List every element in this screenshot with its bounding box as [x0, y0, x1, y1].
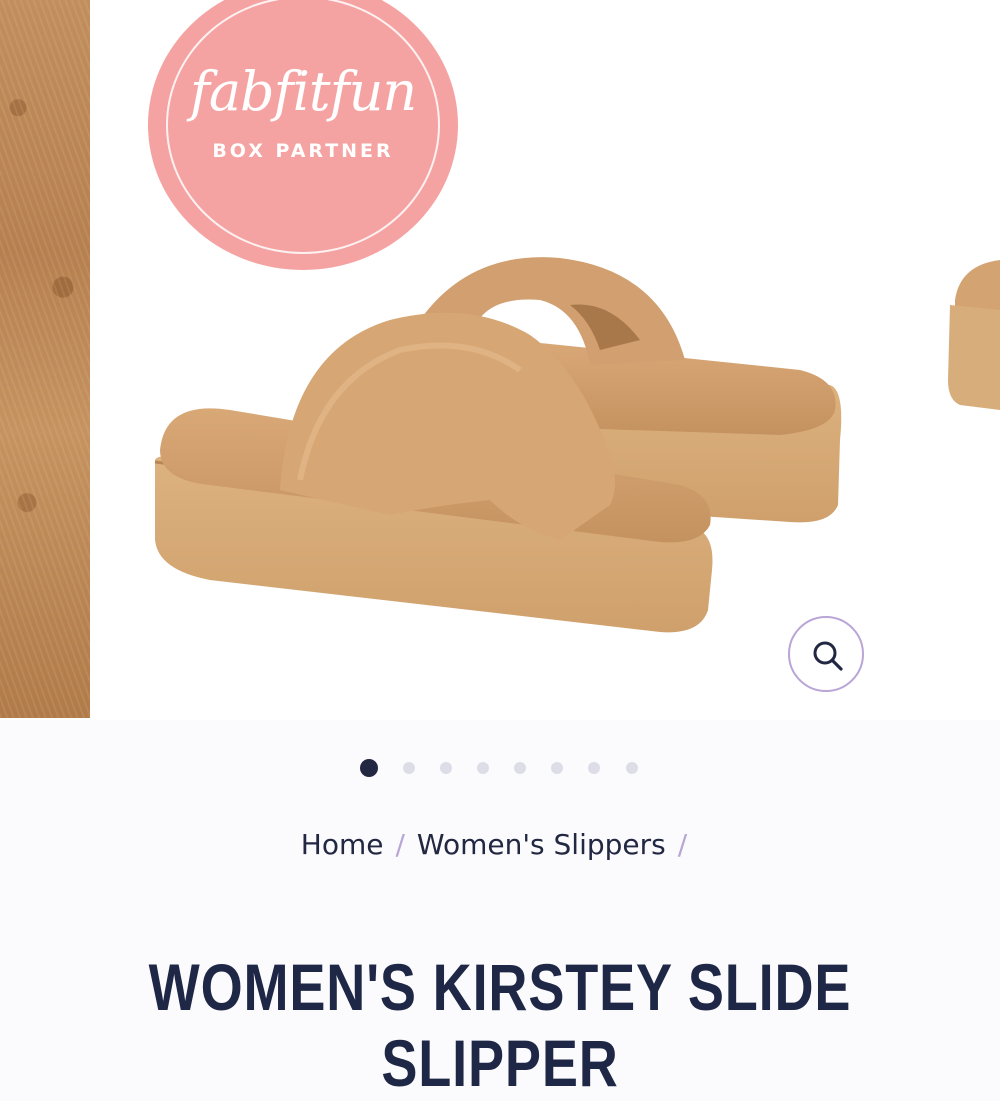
partner-badge: fabfitfun BOX PARTNER — [148, 0, 458, 270]
next-image-peek[interactable] — [940, 250, 1000, 420]
previous-image-peek[interactable] — [0, 0, 90, 718]
product-image — [154, 257, 842, 633]
carousel-dot[interactable] — [360, 759, 378, 777]
product-title: WOMEN'S KIRSTEY SLIDE SLIPPER — [148, 950, 852, 1101]
badge-ring — [166, 0, 440, 254]
badge-subtitle: BOX PARTNER — [212, 140, 394, 162]
carousel-dot[interactable] — [477, 762, 489, 774]
product-image-gallery[interactable]: fabfitfun BOX PARTNER — [0, 0, 1000, 720]
carousel-dot[interactable] — [440, 762, 452, 774]
carousel-dot[interactable] — [403, 762, 415, 774]
breadcrumb-separator: / — [677, 828, 688, 861]
carousel-dot[interactable] — [626, 762, 638, 774]
breadcrumb: Home / Women's Slippers / — [0, 828, 1000, 861]
breadcrumb-home[interactable]: Home — [301, 828, 384, 861]
carousel-dot[interactable] — [551, 762, 563, 774]
zoom-button[interactable] — [788, 616, 864, 692]
search-icon — [813, 641, 843, 671]
breadcrumb-separator: / — [395, 828, 405, 861]
breadcrumb-womens-slippers[interactable]: Women's Slippers — [417, 828, 666, 861]
carousel-dot[interactable] — [588, 762, 600, 774]
carousel-dot[interactable] — [514, 762, 526, 774]
badge-brand-logo: fabfitfun — [189, 60, 417, 123]
